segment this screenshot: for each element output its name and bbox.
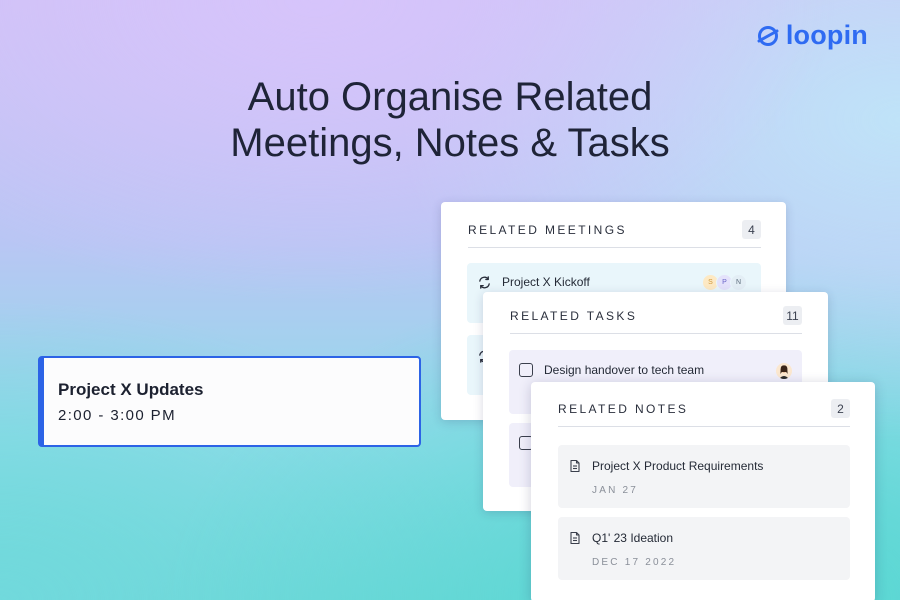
brand-logo: loopin [756,22,868,49]
task-item-label: Design handover to tech team [544,363,705,377]
related-meetings-header: RELATED MEETINGS 4 [468,220,761,248]
related-tasks-count: 11 [783,306,802,325]
loopin-logo-icon [757,25,779,46]
note-item[interactable]: Project X Product Requirements JAN 27 [558,445,850,508]
headline-line-2: Meetings, Notes & Tasks [230,121,670,165]
document-icon [570,531,580,545]
note-item[interactable]: Q1' 23 Ideation DEC 17 2022 [558,517,850,580]
related-notes-title: RELATED NOTES [558,401,689,416]
attendee-avatars: S P N [702,274,747,291]
recurring-icon [479,276,490,289]
brand-name: loopin [785,20,868,50]
related-notes-panel: RELATED NOTES 2 Project X Product Requir… [531,382,875,600]
related-tasks-title: RELATED TASKS [510,308,638,323]
event-title: Project X Updates [58,380,204,399]
avatar: N [730,274,747,291]
related-meetings-title: RELATED MEETINGS [468,222,627,237]
related-tasks-header: RELATED TASKS 11 [510,306,802,334]
headline-line-1: Auto Organise Related [247,75,653,119]
event-card[interactable]: Project X Updates 2:00 - 3:00 PM [38,356,421,447]
task-checkbox[interactable] [519,363,533,377]
meeting-item-label: Project X Kickoff [502,275,590,289]
related-notes-count: 2 [831,399,850,418]
assignee-avatar [776,363,792,379]
event-time: 2:00 - 3:00 PM [58,407,176,424]
related-meetings-count: 4 [742,220,761,239]
note-item-date: JAN 27 [592,485,638,496]
note-item-date: DEC 17 2022 [592,557,677,568]
note-item-label: Project X Product Requirements [592,459,764,473]
related-notes-header: RELATED NOTES 2 [558,399,850,427]
headline: Auto Organise Related Meetings, Notes & … [0,74,900,166]
note-item-label: Q1' 23 Ideation [592,531,674,545]
document-icon [570,459,580,473]
